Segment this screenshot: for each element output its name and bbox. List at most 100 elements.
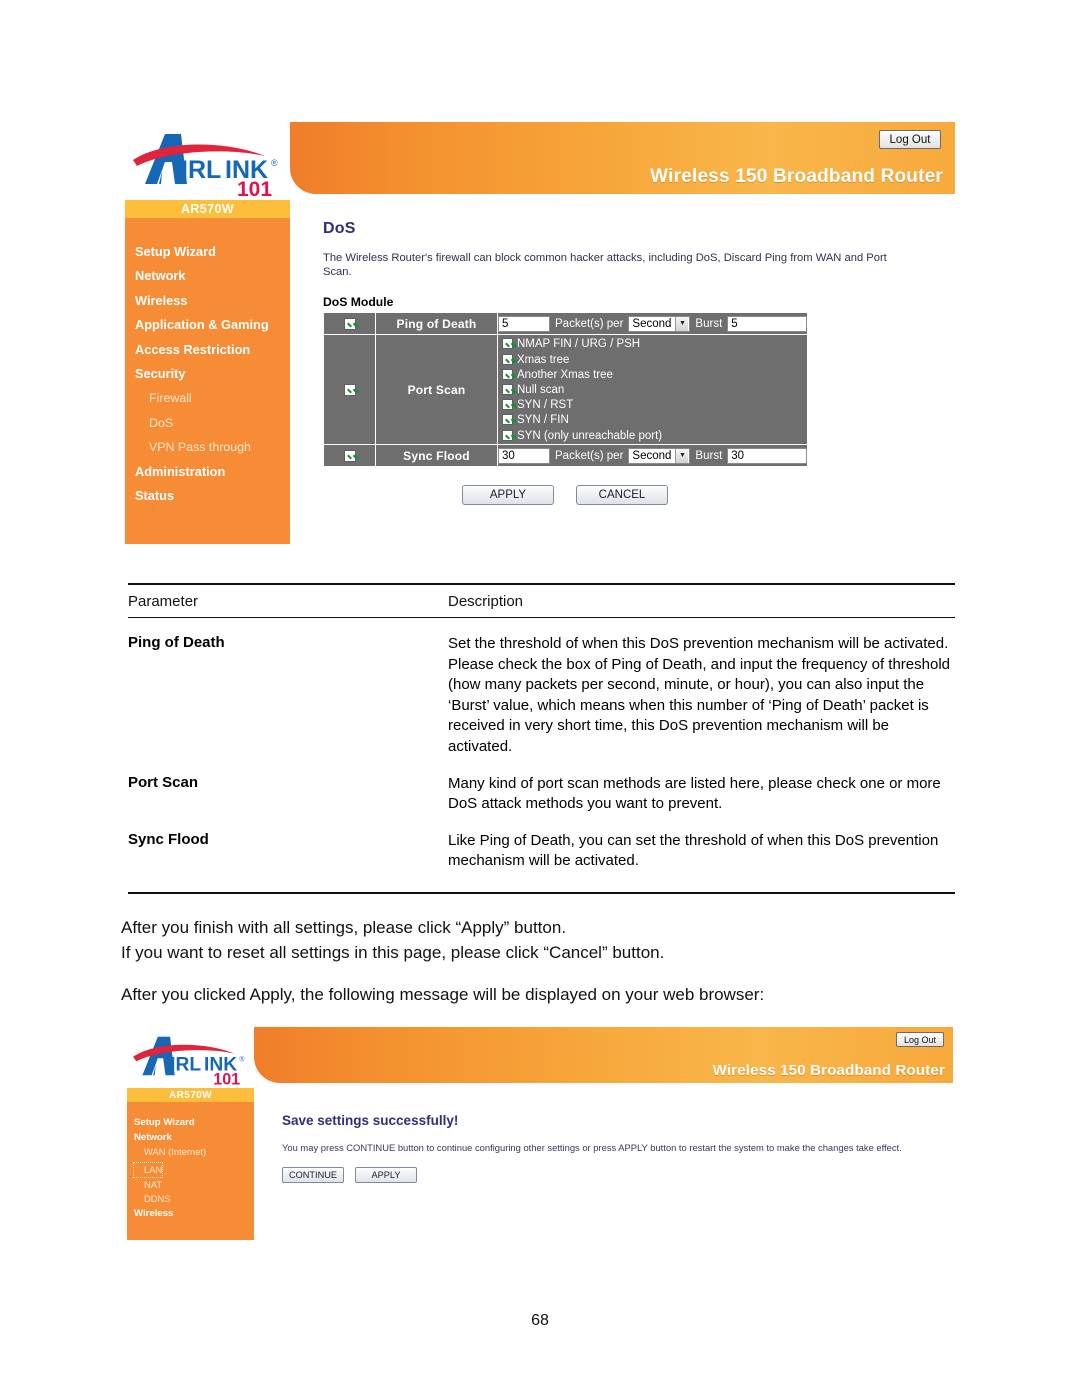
column-header-description: Description (448, 593, 524, 610)
list-item[interactable]: Xmas tree (502, 353, 807, 368)
apply-button[interactable]: APPLY (462, 485, 554, 506)
router-content-pane: Save settings successfully! You may pres… (254, 1083, 953, 1240)
port-scan-enable-cell[interactable] (323, 334, 376, 446)
parameter-name-port-scan: Port Scan (128, 773, 199, 791)
sync-flood-burst-label: Burst (695, 449, 723, 462)
svg-text:IRL: IRL (181, 156, 221, 184)
sync-flood-checkbox[interactable] (343, 449, 356, 462)
table-header-row: Parameter Description (128, 583, 955, 617)
syn-rst-label: SYN / RST (517, 399, 574, 412)
syn-fin-checkbox[interactable] (502, 414, 513, 426)
sidebar-item-nat[interactable]: NAT (134, 1178, 254, 1193)
port-scan-methods-cell: NMAP FIN / URG / PSH Xmas tree Another X… (497, 334, 808, 446)
list-item[interactable]: Null scan (502, 383, 807, 398)
nmap-fin-urg-psh-checkbox[interactable] (502, 338, 513, 350)
nmap-fin-urg-psh-label: NMAP FIN / URG / PSH (517, 338, 641, 351)
parameter-description-port-scan: Many kind of port scan methods are liste… (448, 774, 941, 813)
sidebar-item-wan-internet[interactable]: WAN (Internet) (134, 1145, 254, 1160)
sync-flood-unit-value: Second (632, 449, 672, 462)
router-header-title: Wireless 150 Broadband Router (712, 1062, 945, 1079)
sidebar-item-firewall[interactable]: Firewall (135, 386, 290, 410)
sidebar-item-security[interactable]: Security (135, 362, 290, 386)
router-sidebar-nav[interactable]: Setup Wizard Network Wireless Applicatio… (125, 218, 290, 544)
router-header-bar: Log Out Wireless 150 Broadband Router (254, 1027, 953, 1083)
syn-rst-checkbox[interactable] (502, 399, 513, 411)
sidebar-item-access-restriction[interactable]: Access Restriction (135, 338, 290, 362)
ping-of-death-unit-select[interactable]: Second ▼ (628, 315, 691, 332)
logout-button[interactable]: Log Out (896, 1032, 944, 1047)
sync-flood-enable-cell[interactable] (323, 444, 376, 468)
sidebar-item-wireless[interactable]: Wireless (134, 1207, 254, 1222)
xmas-tree-label: Xmas tree (517, 353, 570, 366)
ping-of-death-packets-input[interactable]: 5 (498, 315, 551, 332)
apply-button[interactable]: APPLY (355, 1167, 417, 1183)
ping-of-death-unit-value: Second (632, 317, 672, 330)
save-form-actions: CONTINUE APPLY (282, 1167, 953, 1183)
sync-flood-per-label: Packet(s) per (555, 449, 624, 462)
ping-of-death-enable-cell[interactable] (323, 312, 376, 336)
post-apply-instruction: After you clicked Apply, the following m… (121, 985, 765, 1004)
continue-button[interactable]: CONTINUE (282, 1167, 344, 1183)
sidebar-item-vpn-pass-through[interactable]: VPN Pass through (135, 435, 290, 459)
parameter-name-ping-of-death: Ping of Death (128, 634, 225, 651)
airlink-logo-svg: IRL INK ® 101 (133, 1036, 244, 1088)
cancel-button[interactable]: CANCEL (576, 485, 668, 506)
sidebar-item-dos[interactable]: DoS (135, 411, 290, 435)
chevron-down-icon[interactable]: ▼ (675, 448, 689, 463)
list-item[interactable]: SYN (only unreachable port) (502, 429, 807, 444)
dos-router-screenshot: IRL INK ® 101 Log Out Wireless 150 Broad… (125, 122, 955, 544)
sidebar-item-setup-wizard[interactable]: Setup Wizard (135, 240, 290, 264)
xmas-tree-checkbox[interactable] (502, 353, 513, 365)
table-bottom-rule (128, 891, 955, 894)
list-item[interactable]: NMAP FIN / URG / PSH (502, 337, 807, 352)
syn-unreachable-port-label: SYN (only unreachable port) (517, 429, 663, 442)
list-item[interactable]: SYN / RST (502, 398, 807, 413)
sidebar-item-lan[interactable]: LAN (132, 1161, 164, 1179)
sidebar-item-ddns[interactable]: DDNS (134, 1192, 254, 1207)
ping-of-death-burst-input[interactable]: 5 (727, 315, 807, 332)
dos-page-title: DoS (323, 220, 356, 237)
syn-unreachable-port-checkbox[interactable] (502, 429, 513, 441)
sidebar-item-network[interactable]: Network (135, 264, 290, 288)
sidebar-item-wireless[interactable]: Wireless (135, 289, 290, 313)
airlink-logo-svg: IRL INK ® 101 (133, 134, 278, 200)
airlink-logo: IRL INK ® 101 (125, 122, 290, 200)
port-scan-method-list: NMAP FIN / URG / PSH Xmas tree Another X… (498, 335, 807, 443)
parameter-description-ping-of-death: Set the threshold of when this DoS preve… (448, 635, 950, 755)
router-header-title: Wireless 150 Broadband Router (650, 166, 943, 187)
list-item[interactable]: SYN / FIN (502, 413, 807, 428)
sidebar-item-administration[interactable]: Administration (135, 460, 290, 484)
ping-of-death-burst-label: Burst (695, 317, 723, 330)
list-item[interactable]: Another Xmas tree (502, 368, 807, 383)
another-xmas-tree-label: Another Xmas tree (517, 368, 613, 381)
svg-text:IRL: IRL (170, 1055, 201, 1076)
ping-of-death-checkbox[interactable] (343, 317, 356, 330)
save-success-message: You may press CONTINUE button to continu… (282, 1142, 902, 1153)
router-sidebar-nav[interactable]: Setup Wizard Network WAN (Internet) LAN … (127, 1102, 254, 1240)
instruction-line-cancel: If you want to reset all settings in thi… (121, 943, 665, 962)
svg-text:101: 101 (237, 178, 272, 200)
table-row-sync-flood: Sync Flood 30 Packet(s) per Second ▼ Bur… (323, 444, 808, 468)
table-row-port-scan: Port Scan NMAP FIN / URG / PSH Xmas tree… (323, 334, 808, 446)
sidebar-item-network[interactable]: Network (134, 1131, 254, 1146)
sidebar-item-application-gaming[interactable]: Application & Gaming (135, 313, 290, 337)
table-row: Ping of Death Set the threshold of when … (128, 618, 955, 758)
table-row: Sync Flood Like Ping of Death, you can s… (128, 815, 955, 872)
sidebar-item-status[interactable]: Status (135, 484, 290, 508)
another-xmas-tree-checkbox[interactable] (502, 368, 513, 380)
sync-flood-burst-input[interactable]: 30 (727, 447, 807, 464)
logout-button[interactable]: Log Out (879, 130, 941, 149)
null-scan-checkbox[interactable] (502, 384, 513, 396)
sync-flood-unit-select[interactable]: Second ▼ (628, 447, 691, 464)
sync-flood-packets-input[interactable]: 30 (498, 447, 551, 464)
save-success-title: Save settings successfully! (282, 1113, 459, 1128)
router-model-badge: AR570W (127, 1088, 254, 1102)
parameter-description-table: Parameter Description Ping of Death Set … (128, 583, 955, 894)
ping-of-death-per-label: Packet(s) per (555, 317, 624, 330)
port-scan-label: Port Scan (375, 334, 498, 446)
dos-page-description: The Wireless Router's firewall can block… (323, 252, 887, 278)
port-scan-checkbox[interactable] (343, 383, 356, 396)
chevron-down-icon[interactable]: ▼ (675, 316, 689, 331)
dos-module-table: Ping of Death 5 Packet(s) per Second ▼ B… (323, 312, 808, 468)
sidebar-item-setup-wizard[interactable]: Setup Wizard (134, 1116, 254, 1131)
